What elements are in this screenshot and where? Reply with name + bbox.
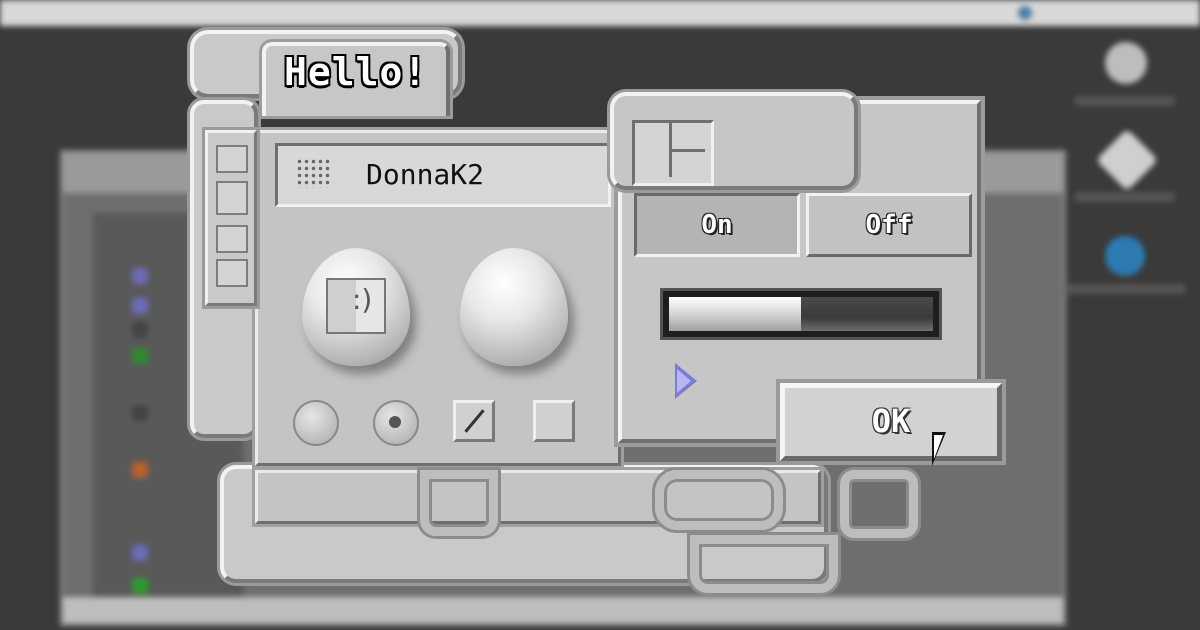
on-button[interactable]: On xyxy=(634,193,800,257)
slider-thumb[interactable] xyxy=(216,181,248,215)
user-name-field[interactable]: DonnaK2 xyxy=(275,143,611,207)
hello-title: Hello! xyxy=(284,50,428,94)
disclosure-triangle-icon[interactable] xyxy=(675,363,697,399)
user-name: DonnaK2 xyxy=(366,158,485,191)
radio-button-checked[interactable] xyxy=(373,400,419,446)
finder-face-icon: :) xyxy=(326,278,386,334)
drag-grip-icon xyxy=(296,158,330,188)
decorative-squiggle xyxy=(690,535,838,593)
off-button[interactable]: Off xyxy=(806,193,972,257)
checkbox-checked[interactable] xyxy=(453,400,495,442)
mouse-pointer-icon xyxy=(932,432,946,466)
appearance-window: Hello! DonnaK2 :) On Off OK xyxy=(0,0,1200,630)
progress-bar xyxy=(660,288,942,340)
checkbox-unchecked[interactable] xyxy=(533,400,575,442)
slider-segment xyxy=(216,259,248,287)
decorative-squiggle xyxy=(655,470,783,530)
slider-segment xyxy=(216,145,248,173)
decorative-squiggle xyxy=(840,470,918,538)
radio-button-unchecked[interactable] xyxy=(293,400,339,446)
vertical-slider[interactable] xyxy=(205,130,257,306)
window-layout-icon[interactable] xyxy=(632,120,714,186)
ok-button[interactable]: OK xyxy=(780,383,1002,461)
progress-fill xyxy=(669,297,801,331)
slider-segment xyxy=(216,225,248,253)
decorative-squiggle xyxy=(420,470,498,536)
